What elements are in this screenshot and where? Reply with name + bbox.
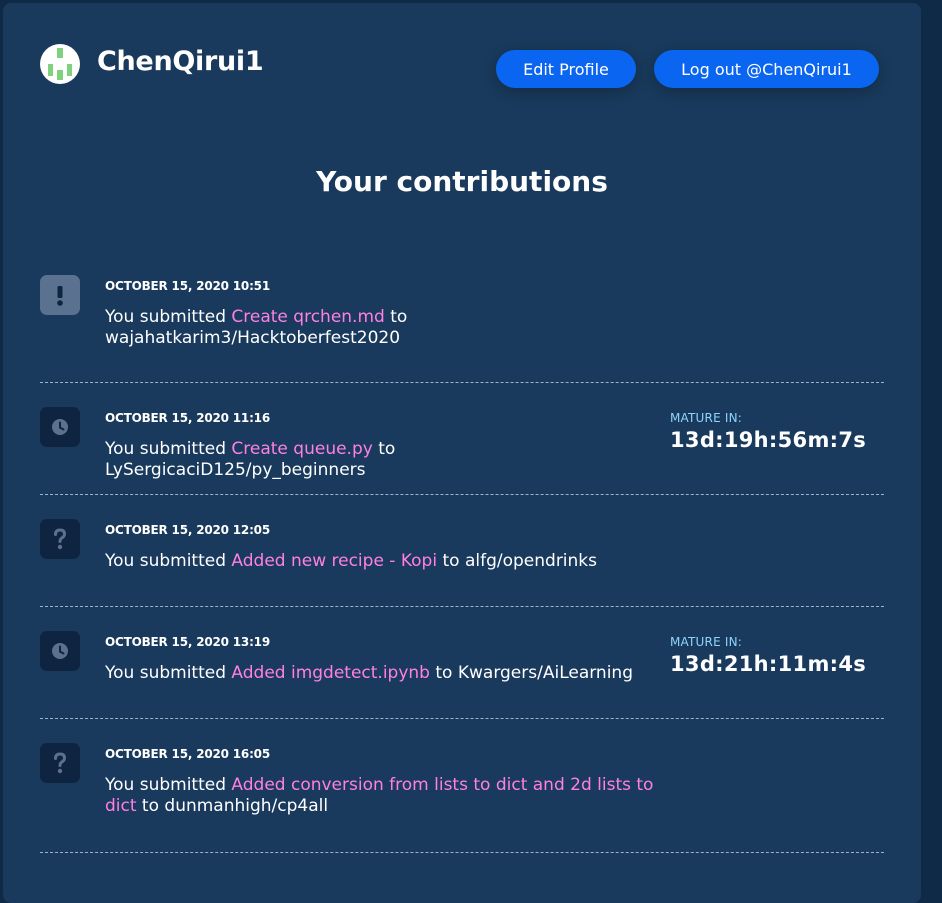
pr-link[interactable]: Create qrchen.md — [231, 307, 384, 327]
contribution-text: You submitted Added new recipe - Kopi to… — [105, 551, 655, 572]
contribution-date: OCTOBER 15, 2020 13:19 — [105, 635, 270, 649]
contribution-date: OCTOBER 15, 2020 10:51 — [105, 279, 270, 293]
clock-icon — [40, 631, 80, 671]
repo-text: to dunmanhigh/cp4all — [136, 796, 329, 816]
pr-link[interactable]: Added imgdetect.ipynb — [231, 663, 430, 683]
mature-label: MATURE IN: — [670, 635, 743, 649]
clock-icon — [40, 407, 80, 447]
question-icon — [40, 743, 80, 783]
profile-header: ChenQirui1 Edit Profile Log out @ChenQir… — [40, 44, 881, 90]
mature-label: MATURE IN: — [670, 411, 743, 425]
submitted-label: You submitted — [105, 439, 232, 459]
contribution-item: OCTOBER 15, 2020 12:05 You submitted Add… — [40, 495, 884, 607]
contribution-text: You submitted Added conversion from list… — [105, 775, 655, 817]
avatar — [40, 44, 80, 84]
submitted-label: You submitted — [105, 307, 232, 327]
contribution-text: You submitted Create queue.py to LySergi… — [105, 439, 655, 481]
edit-profile-button[interactable]: Edit Profile — [496, 50, 636, 88]
contribution-text: You submitted Create qrchen.md to wajaha… — [105, 307, 655, 349]
mature-countdown: 13d:19h:56m:7s — [670, 428, 867, 452]
contribution-date: OCTOBER 15, 2020 16:05 — [105, 747, 270, 761]
submitted-label: You submitted — [105, 551, 232, 571]
exclamation-icon — [40, 275, 80, 315]
contribution-item: OCTOBER 15, 2020 11:16 You submitted Cre… — [40, 383, 884, 495]
repo-text: to Kwargers/AiLearning — [429, 663, 633, 683]
username: ChenQirui1 — [97, 46, 264, 77]
submitted-label: You submitted — [105, 663, 232, 683]
contribution-item: OCTOBER 15, 2020 10:51 You submitted Cre… — [40, 251, 884, 383]
submitted-label: You submitted — [105, 775, 232, 795]
profile-card: ChenQirui1 Edit Profile Log out @ChenQir… — [3, 3, 921, 903]
pr-link[interactable]: Create queue.py — [231, 439, 372, 459]
contribution-text: You submitted Added imgdetect.ipynb to K… — [105, 663, 655, 684]
contribution-item: OCTOBER 15, 2020 16:05 You submitted Add… — [40, 719, 884, 853]
repo-text: to alfg/opendrinks — [437, 551, 598, 571]
contribution-date: OCTOBER 15, 2020 12:05 — [105, 523, 270, 537]
question-icon — [40, 519, 80, 559]
contribution-date: OCTOBER 15, 2020 11:16 — [105, 411, 270, 425]
contribution-item: OCTOBER 15, 2020 13:19 You submitted Add… — [40, 607, 884, 719]
page-title: Your contributions — [316, 165, 608, 198]
mature-countdown: 13d:21h:11m:4s — [670, 652, 867, 676]
pr-link[interactable]: Added new recipe - Kopi — [231, 551, 437, 571]
logout-button[interactable]: Log out @ChenQirui1 — [654, 50, 879, 88]
